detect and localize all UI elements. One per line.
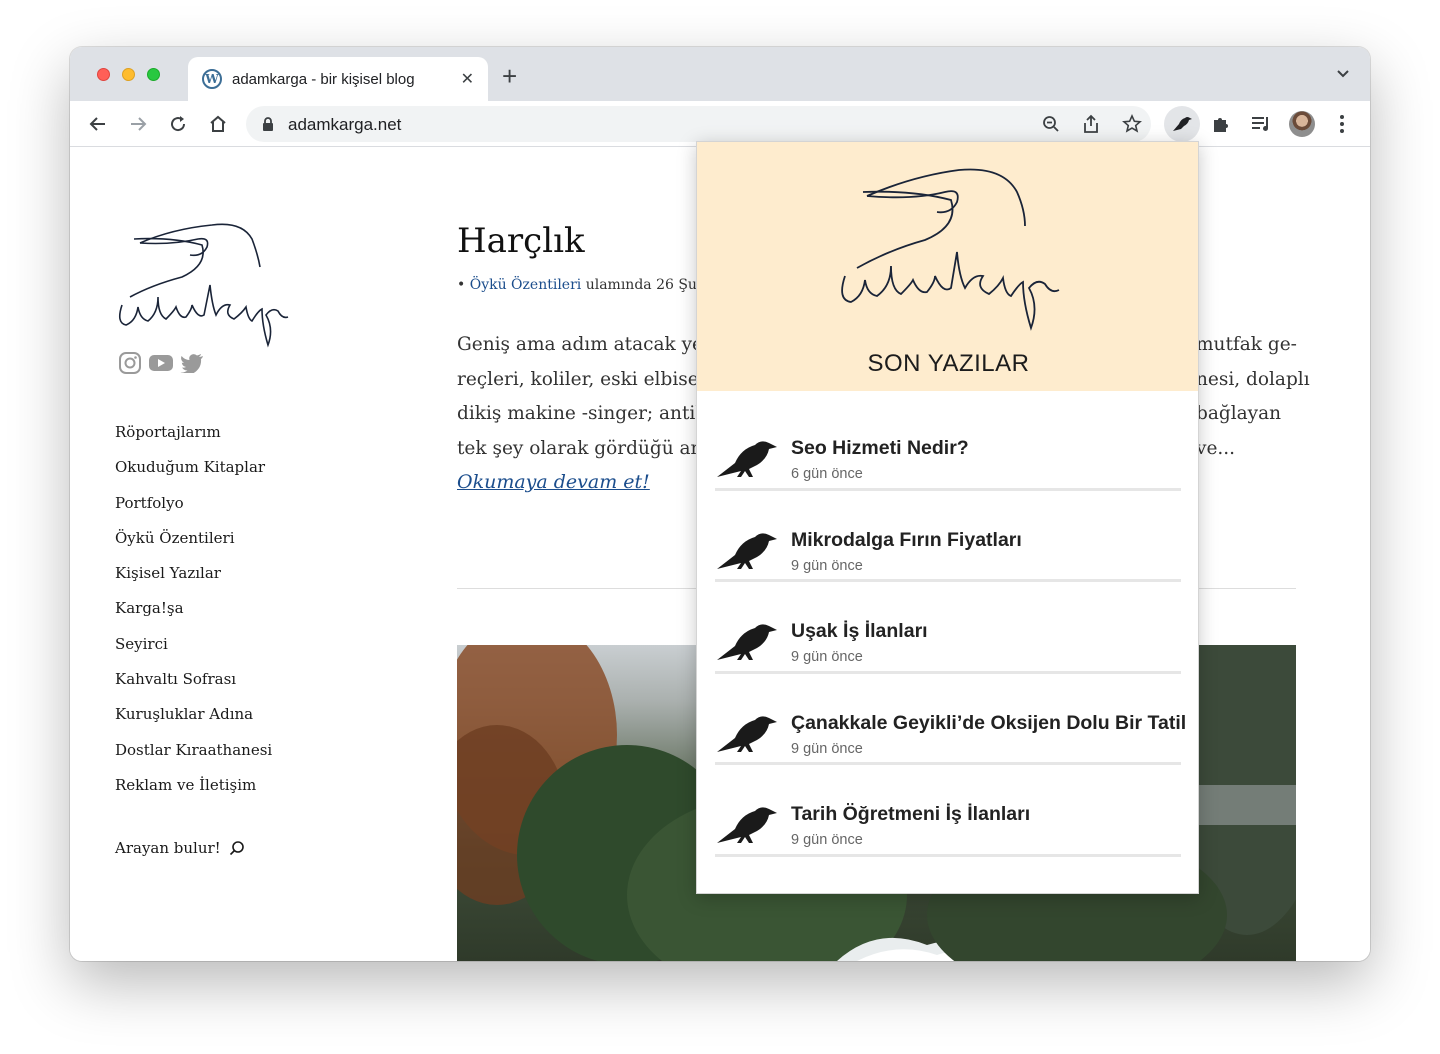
zoom-window-button[interactable] <box>147 68 160 81</box>
reading-list-button[interactable] <box>1249 112 1273 136</box>
meta-bullet: • <box>457 277 466 293</box>
recent-post-item[interactable]: Seo Hizmeti Nedir? 6 gün önce <box>715 399 1181 491</box>
forward-button[interactable] <box>126 112 150 136</box>
kebab-menu-icon <box>1340 115 1344 133</box>
search-icon <box>229 841 244 856</box>
search-label: Arayan bulur! <box>115 839 221 857</box>
address-bar[interactable]: adamkarga.net <box>246 106 1151 142</box>
arrow-left-icon <box>89 117 105 131</box>
crow-icon <box>717 441 777 477</box>
browser-menu-button[interactable] <box>1330 112 1354 136</box>
nav-item-portfolyo[interactable]: Portfolyo <box>115 494 272 529</box>
popup-logo <box>841 168 1060 331</box>
tab-search-chevron-icon[interactable] <box>1336 69 1350 79</box>
reload-icon <box>171 116 186 132</box>
excerpt-line-end: mutfak ge- <box>1196 334 1297 355</box>
url-text: adamkarga.net <box>288 115 402 134</box>
recent-post-title: Seo Hizmeti Nedir? <box>791 437 969 459</box>
twitter-icon[interactable] <box>180 353 204 373</box>
back-button[interactable] <box>86 112 110 136</box>
puzzle-icon <box>1214 118 1228 132</box>
social-links <box>118 351 204 375</box>
wordpress-icon: W <box>202 69 222 89</box>
recent-post-date: 9 gün önce <box>791 557 863 574</box>
crow-icon <box>717 715 777 752</box>
recent-post-item[interactable]: Mikrodalga Fırın Fiyatları 9 gün önce <box>715 491 1181 582</box>
home-icon <box>210 115 226 132</box>
crow-icon <box>1173 117 1192 131</box>
crow-icon <box>717 807 777 843</box>
close-window-button[interactable] <box>97 68 110 81</box>
category-link[interactable]: Öykü Özentileri <box>470 277 582 293</box>
recent-post-item[interactable]: Uşak İş İlanları 9 gün önce <box>715 582 1181 674</box>
reload-button[interactable] <box>166 112 190 136</box>
tab-close-icon[interactable]: ✕ <box>461 69 474 89</box>
site-logo[interactable] <box>112 215 292 350</box>
new-tab-button[interactable]: + <box>502 63 517 89</box>
read-more-link[interactable]: Okumaya devam et! <box>457 471 650 493</box>
recent-post-title: Uşak İş İlanları <box>791 620 928 642</box>
nav-item-oyku-ozentileri[interactable]: Öykü Özentileri <box>115 529 272 564</box>
crow-icon <box>717 532 777 569</box>
recent-post-date: 9 gün önce <box>791 740 863 757</box>
minimize-window-button[interactable] <box>122 68 135 81</box>
tab-title: adamkarga - bir kişisel blog <box>232 70 415 88</box>
extensions-button[interactable] <box>1209 112 1233 136</box>
post-title[interactable]: Harçlık <box>457 221 585 261</box>
nav-item-kisisel-yazilar[interactable]: Kişisel Yazılar <box>115 564 272 599</box>
share-icon[interactable] <box>1082 114 1100 134</box>
youtube-icon[interactable] <box>148 353 174 373</box>
recent-post-date: 6 gün önce <box>791 466 863 482</box>
lock-icon <box>263 117 273 131</box>
meta-text: ulamında 26 Şu <box>585 277 697 293</box>
nav-item-roportajlarim[interactable]: Röportajlarım <box>115 423 272 458</box>
recent-post-date: 9 gün önce <box>791 649 863 665</box>
recent-post-title: Tarih Öğretmeni İş İlanları <box>791 803 1031 825</box>
nav-item-dostlar-kiraathanesi[interactable]: Dostlar Kıraathanesi <box>115 741 272 776</box>
popup-header: SON YAZILAR <box>697 142 1198 391</box>
adamkarga-extension-button[interactable] <box>1164 106 1200 142</box>
tab-strip: W adamkarga - bir kişisel blog ✕ + <box>70 47 1370 101</box>
profile-avatar[interactable] <box>1289 111 1315 137</box>
recent-post-item[interactable]: Çanakkale Geyikli’de Oksijen Dolu Bir Ta… <box>715 674 1186 765</box>
sidebar-nav: Röportajlarım Okuduğum Kitaplar Portfoly… <box>115 423 272 811</box>
nav-item-seyirci[interactable]: Seyirci <box>115 635 272 670</box>
excerpt-line-end: ve... <box>1196 438 1236 460</box>
nav-item-okudugum-kitaplar[interactable]: Okuduğum Kitaplar <box>115 458 272 493</box>
nav-item-kurusluklar-adina[interactable]: Kuruşluklar Adına <box>115 705 272 740</box>
post-meta: • Öykü Özentileri ulamında 26 Şu <box>457 277 697 293</box>
bookmark-star-icon[interactable] <box>1122 114 1142 134</box>
recent-post-title: Çanakkale Geyikli’de Oksijen Dolu Bir Ta… <box>791 711 1187 734</box>
browser-tab[interactable]: W adamkarga - bir kişisel blog ✕ <box>188 57 488 101</box>
search-toggle[interactable]: Arayan bulur! <box>115 839 245 857</box>
recent-post-item[interactable]: Tarih Öğretmeni İş İlanları 9 gün önce <box>715 765 1181 857</box>
instagram-icon[interactable] <box>118 351 142 375</box>
recent-post-date: 9 gün önce <box>791 832 863 848</box>
recent-post-title: Mikrodalga Fırın Fiyatları <box>791 528 1022 551</box>
popup-heading: SON YAZILAR <box>867 350 1030 377</box>
browser-window: W adamkarga - bir kişisel blog ✕ + adamk… <box>70 47 1370 961</box>
nav-item-reklam-ve-iletisim[interactable]: Reklam ve İletişim <box>115 776 272 811</box>
zoom-icon[interactable] <box>1042 115 1060 133</box>
playlist-icon <box>1252 117 1268 131</box>
extension-popup: SON YAZILAR Seo Hizmeti Nedir? 6 gün önc… <box>696 141 1199 894</box>
excerpt-line-end: nesi, dolaplı <box>1196 368 1310 390</box>
post-excerpt-right: mutfak ge- nesi, dolaplı bağlayan ve... <box>1196 328 1310 467</box>
nav-item-kargasa[interactable]: Karga!şa <box>115 599 272 634</box>
home-button[interactable] <box>206 112 230 136</box>
excerpt-line-end: bağlayan <box>1196 403 1282 425</box>
nav-item-kahvalti-sofrasi[interactable]: Kahvaltı Sofrası <box>115 670 272 705</box>
arrow-right-icon <box>131 117 147 131</box>
crow-icon <box>717 624 777 660</box>
recent-posts-list: Seo Hizmeti Nedir? 6 gün önce Mikrodalga… <box>715 399 1186 857</box>
